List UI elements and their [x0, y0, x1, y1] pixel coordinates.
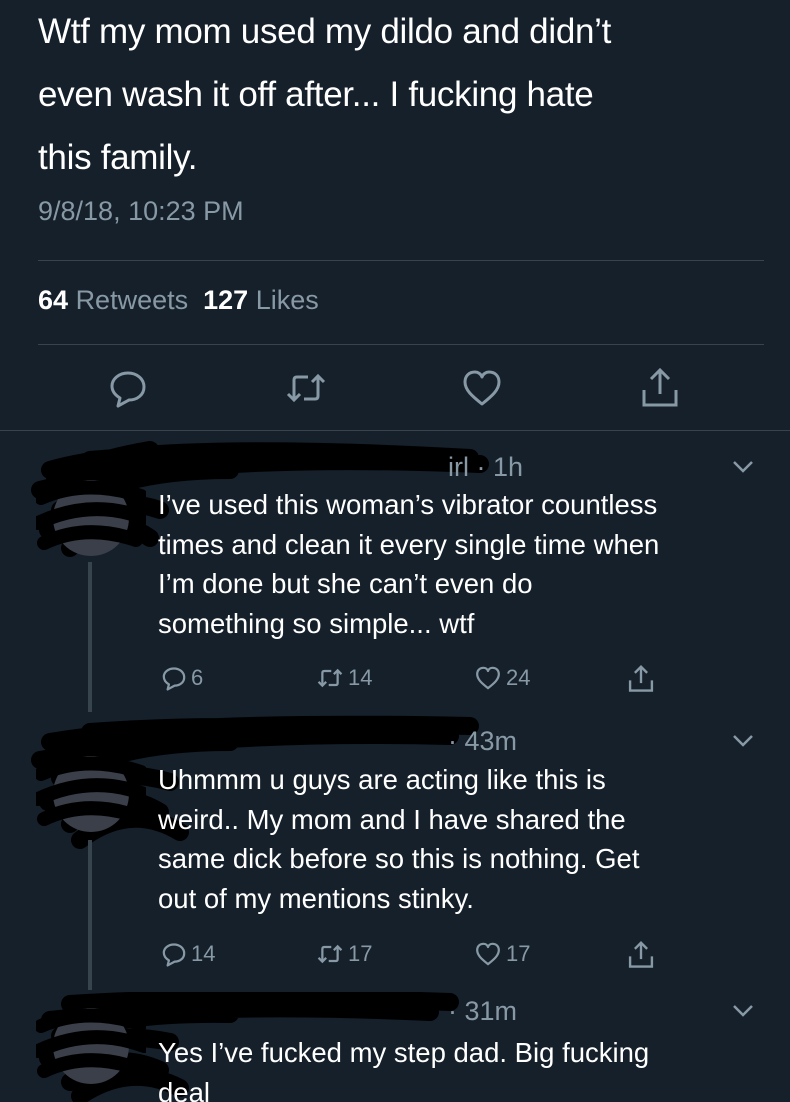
redacted-handle: [158, 740, 448, 750]
reply-text-line: times and clean it every single time whe…: [158, 528, 660, 560]
reply-icon: [162, 667, 186, 691]
reply-text-line: Uhmmm u guys are acting like this is: [158, 764, 606, 795]
reply-count: 14: [191, 941, 216, 966]
like-count: 24: [506, 665, 531, 690]
heart-icon: [476, 666, 500, 690]
tweet-text-line-1: Wtf my mom used my dildo and didn’t: [38, 12, 612, 51]
chevron-down-icon[interactable]: [732, 1004, 754, 1018]
retweet-button[interactable]: 14: [315, 664, 372, 692]
divider: [38, 344, 764, 345]
retweet-icon: [286, 373, 326, 403]
reply-tweet[interactable]: irl · 1h I’ve used this woman’s vibrator…: [0, 430, 790, 712]
tweet-stats: 64 Retweets 127 Likes: [38, 285, 319, 316]
tweet-text: Wtf my mom used my dildo and didn’t even…: [38, 0, 778, 189]
retweet-button[interactable]: [284, 366, 328, 410]
reply-text-line: something so simple... wtf: [158, 607, 475, 639]
reply-header: · 31m: [158, 996, 517, 1027]
avatar[interactable]: [31, 754, 151, 834]
retweets-label: Retweets: [75, 285, 189, 315]
like-button[interactable]: [460, 366, 504, 410]
reply-text-line: I’m done but she can’t even do: [158, 568, 533, 599]
handle-fragment: irl: [448, 452, 469, 482]
heart-icon: [476, 942, 500, 966]
tweet-action-bar: [0, 366, 790, 410]
retweet-icon: [317, 944, 343, 964]
share-icon: [642, 367, 678, 407]
divider: [38, 260, 764, 261]
chevron-down-icon[interactable]: [732, 734, 754, 748]
tweet-text-line-3: this family.: [38, 138, 198, 177]
retweet-icon: [317, 668, 343, 688]
reply-text-line: same dick before so this is nothing. Get: [158, 843, 640, 874]
reply-text: I’ve used this woman’s vibrator countles…: [158, 485, 768, 643]
redacted-handle: [158, 1010, 448, 1020]
reply-button[interactable]: [106, 366, 150, 410]
share-icon: [628, 941, 654, 968]
heart-icon: [463, 370, 501, 406]
reply-icon: [110, 371, 146, 408]
reply-tweet[interactable]: · 43m Uhmmm u guys are acting like this …: [0, 712, 790, 992]
retweet-count: 17: [348, 941, 373, 966]
reply-text-line: Yes I’ve fucked my step dad. Big fucking: [158, 1037, 650, 1068]
reply-time: · 43m: [448, 726, 518, 756]
reply-tweet[interactable]: · 31m Yes I’ve fucked my step dad. Big f…: [0, 992, 790, 1102]
reply-action-bar: 6 14 24: [0, 664, 790, 700]
avatar[interactable]: [31, 478, 151, 558]
share-button[interactable]: [626, 664, 656, 694]
reply-header: · 43m: [158, 726, 517, 757]
avatar[interactable]: [31, 1006, 151, 1086]
tweet-text-line-2: even wash it off after... I fucking hate: [38, 75, 594, 114]
reply-button[interactable]: 6: [160, 664, 203, 692]
share-button[interactable]: [626, 940, 656, 970]
likes-stat[interactable]: 127 Likes: [203, 285, 319, 315]
retweets-count: 64: [38, 285, 69, 315]
avatar-image: [31, 1008, 151, 1084]
share-button[interactable]: [638, 366, 682, 410]
chevron-down-icon[interactable]: [732, 460, 754, 474]
reply-action-bar: 14 17 17: [0, 940, 790, 976]
avatar-image: [31, 756, 151, 832]
reply-text-line: I’ve used this woman’s vibrator countles…: [158, 489, 658, 520]
redacted-handle: [158, 466, 448, 476]
reply-text-line: deal: [158, 1076, 210, 1102]
reply-time: · 1h: [476, 452, 524, 482]
reply-text: Uhmmm u guys are acting like this is wei…: [158, 760, 768, 918]
reply-icon: [162, 943, 186, 967]
retweets-stat[interactable]: 64 Retweets: [38, 285, 188, 315]
retweet-button[interactable]: 17: [315, 940, 372, 968]
reply-count: 6: [191, 665, 204, 690]
like-button[interactable]: 17: [473, 940, 530, 968]
tweet-timestamp: 9/8/18, 10:23 PM: [38, 196, 244, 226]
share-icon: [628, 665, 654, 692]
reply-text-line: weird.. My mom and I have shared the: [158, 803, 626, 835]
reply-header: irl · 1h: [158, 452, 523, 483]
likes-label: Likes: [255, 285, 319, 315]
reply-text-line: out of my mentions stinky.: [158, 882, 474, 914]
reply-button[interactable]: 14: [160, 940, 215, 968]
likes-count: 127: [203, 285, 249, 315]
retweet-count: 14: [348, 665, 373, 690]
like-count: 17: [506, 941, 531, 966]
like-button[interactable]: 24: [473, 664, 530, 692]
avatar-image: [31, 480, 151, 556]
reply-time: · 31m: [448, 996, 518, 1026]
reply-text: Yes I’ve fucked my step dad. Big fucking…: [158, 1033, 768, 1102]
